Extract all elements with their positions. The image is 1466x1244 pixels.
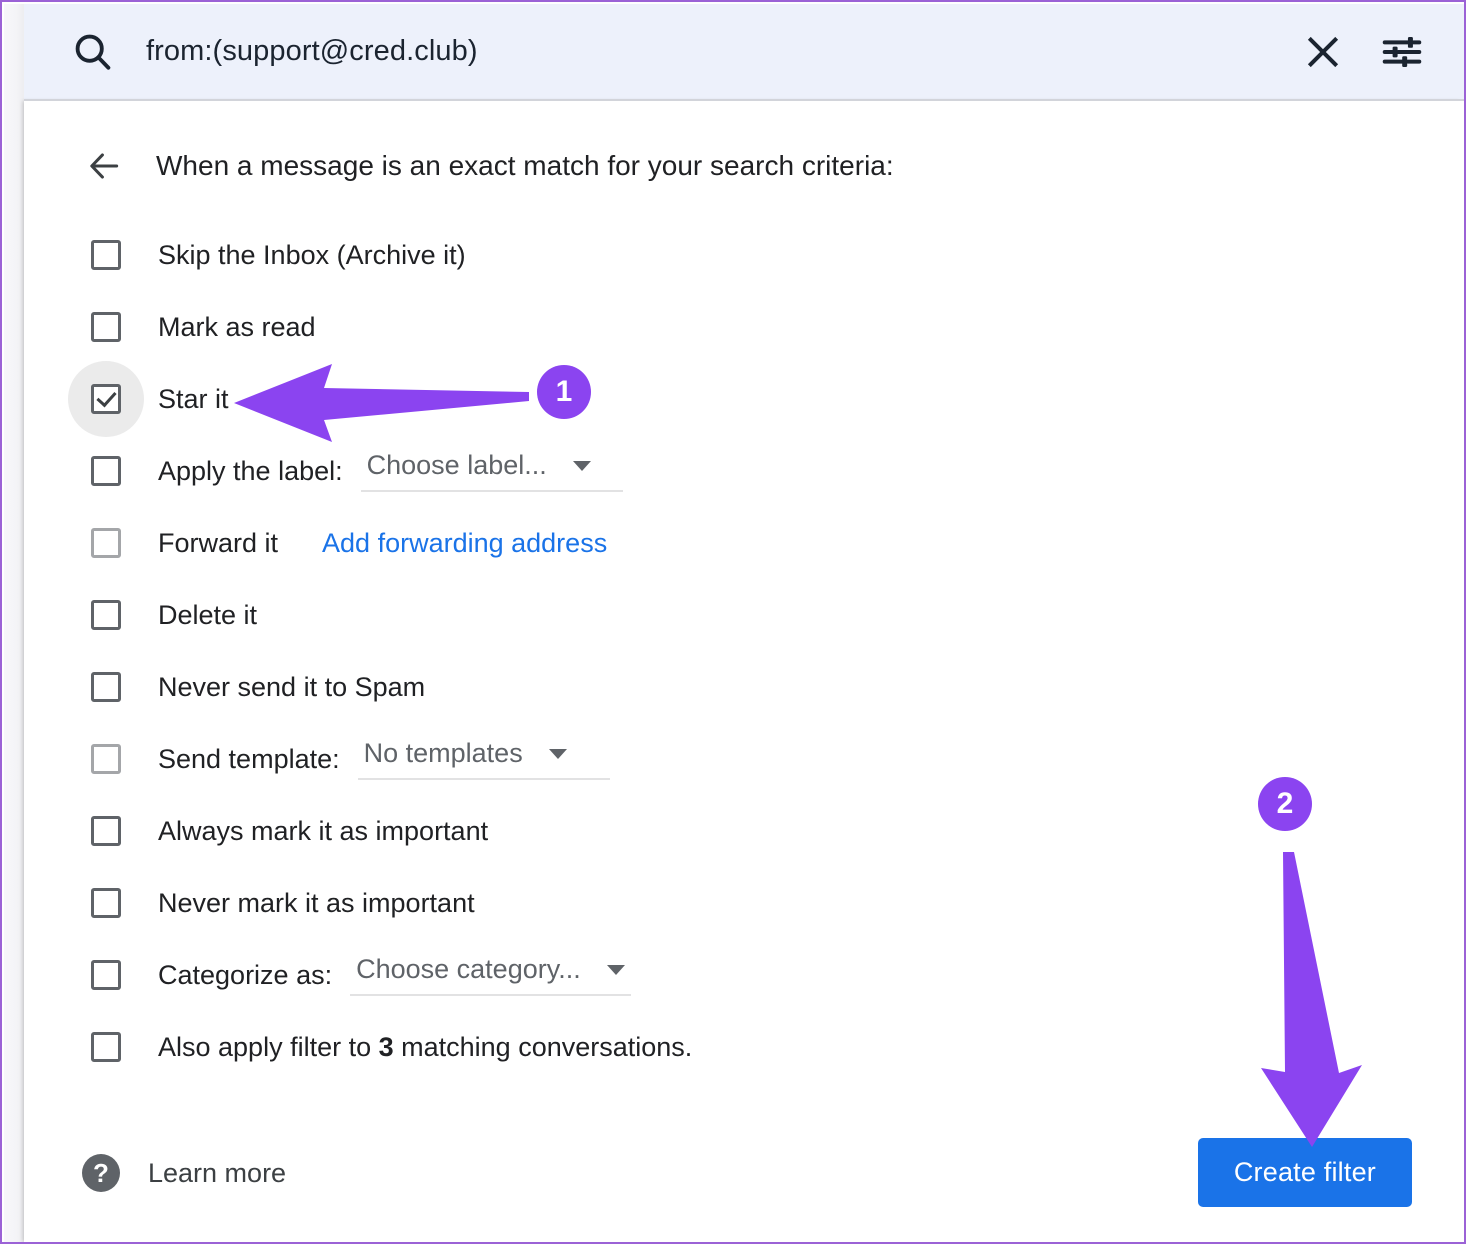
filter-option-row[interactable]: Never mark it as important	[24, 867, 1464, 939]
filter-option-label: Mark as read	[158, 311, 316, 342]
filter-option-row[interactable]: Always mark it as important	[24, 795, 1464, 867]
filter-option-label: Forward it	[158, 527, 279, 558]
checkbox-unchecked-icon	[91, 744, 121, 774]
learn-more-link[interactable]: ? Learn more	[82, 1154, 286, 1192]
checkbox-unchecked-icon	[91, 960, 121, 990]
checkbox-unchecked-icon	[91, 816, 121, 846]
filter-option-row[interactable]: Delete it	[24, 579, 1464, 651]
filter-option-row[interactable]: Skip the Inbox (Archive it)	[24, 219, 1464, 291]
filter-option-row[interactable]: Apply the label: Choose label...	[24, 435, 1464, 507]
filter-option-label: Delete it	[158, 599, 258, 630]
checkbox-delete-it[interactable]	[82, 591, 130, 639]
checkbox-unchecked-icon	[91, 312, 121, 342]
filter-option-label: Skip the Inbox (Archive it)	[158, 239, 466, 270]
checkbox-unchecked-icon	[91, 1032, 121, 1062]
checkbox-apply-the-label[interactable]	[82, 447, 130, 495]
checkbox-unchecked-icon	[91, 456, 121, 486]
checkbox-never-mark-it-as-important[interactable]	[82, 879, 130, 927]
checkbox-categorize-as[interactable]	[82, 951, 130, 999]
filter-option-row[interactable]: Also apply filter to 3 matching conversa…	[24, 1011, 1464, 1083]
create-filter-button[interactable]: Create filter	[1197, 1138, 1412, 1207]
checkbox-send-template[interactable]	[82, 735, 130, 783]
panel-footer: ? Learn more Create filter	[24, 1126, 1464, 1242]
filter-option-row[interactable]: Categorize as: Choose category...	[24, 939, 1464, 1011]
filter-option-label: Never send it to Spam	[158, 671, 426, 702]
app-window: from:(support@cred.club) When a message …	[0, 0, 1466, 1244]
dropdown-selected-value: Choose category...	[356, 954, 581, 984]
filter-settings-panel: When a message is an exact match for you…	[24, 99, 1464, 1242]
checkbox-forward-it[interactable]	[82, 519, 130, 567]
checkbox-skip-the-inbox-archive-it[interactable]	[82, 231, 130, 279]
page-title: When a message is an exact match for you…	[156, 150, 894, 181]
search-input[interactable]: from:(support@cred.club)	[146, 35, 1288, 68]
question-mark-icon: ?	[82, 1154, 120, 1192]
search-bar: from:(support@cred.club)	[24, 4, 1464, 99]
checkbox-unchecked-icon	[91, 600, 121, 630]
chevron-down-icon	[606, 964, 625, 975]
dropdown-template[interactable]: No templates	[357, 738, 610, 780]
checkbox-unchecked-icon	[91, 240, 121, 270]
filter-option-label: Always mark it as important	[158, 815, 489, 846]
filter-option-row[interactable]: Star it	[24, 361, 1464, 437]
filter-option-row[interactable]: Forward it Add forwarding address	[24, 507, 1464, 579]
checkbox-never-send-it-to-spam[interactable]	[82, 663, 130, 711]
checkbox-checked-icon	[91, 384, 121, 414]
dropdown-selected-value: No templates	[363, 738, 523, 768]
filter-option-label: Categorize as:	[158, 959, 333, 990]
filter-option-row[interactable]: Mark as read	[24, 291, 1464, 363]
checkbox-mark-as-read[interactable]	[82, 303, 130, 351]
dropdown-category[interactable]: Choose category...	[350, 954, 631, 996]
filter-option-label: Also apply filter to 3 matching conversa…	[158, 1031, 693, 1062]
checkbox-unchecked-icon	[91, 528, 121, 558]
back-arrow-icon[interactable]	[82, 147, 126, 185]
search-icon[interactable]	[62, 30, 124, 74]
checkbox-always-mark-it-as-important[interactable]	[82, 807, 130, 855]
filter-option-label: Never mark it as important	[158, 887, 475, 918]
filter-action-list: Skip the Inbox (Archive it) Mark as read S…	[24, 219, 1464, 1083]
filter-option-label: Star it	[158, 383, 229, 414]
dropdown-label[interactable]: Choose label...	[360, 450, 623, 492]
filter-option-label: Send template:	[158, 743, 340, 774]
filter-option-row[interactable]: Send template: No templates	[24, 723, 1464, 795]
panel-header: When a message is an exact match for you…	[24, 147, 894, 185]
checkbox-unchecked-icon	[91, 672, 121, 702]
filter-option-label: Apply the label:	[158, 455, 343, 486]
filter-option-row[interactable]: Never send it to Spam	[24, 651, 1464, 723]
checkbox-unchecked-icon	[91, 888, 121, 918]
left-gutter	[4, 4, 24, 1242]
checkbox-also-apply-filter-to-3-matching-conversations[interactable]	[82, 1023, 130, 1071]
add-forwarding-address-link[interactable]: Add forwarding address	[322, 528, 607, 559]
close-icon[interactable]	[1288, 31, 1358, 73]
tune-icon[interactable]	[1358, 29, 1446, 75]
chevron-down-icon	[572, 460, 591, 471]
chevron-down-icon	[548, 748, 567, 759]
dropdown-selected-value: Choose label...	[366, 450, 547, 480]
checkbox-star-it[interactable]	[68, 361, 144, 437]
learn-more-label: Learn more	[148, 1157, 287, 1188]
